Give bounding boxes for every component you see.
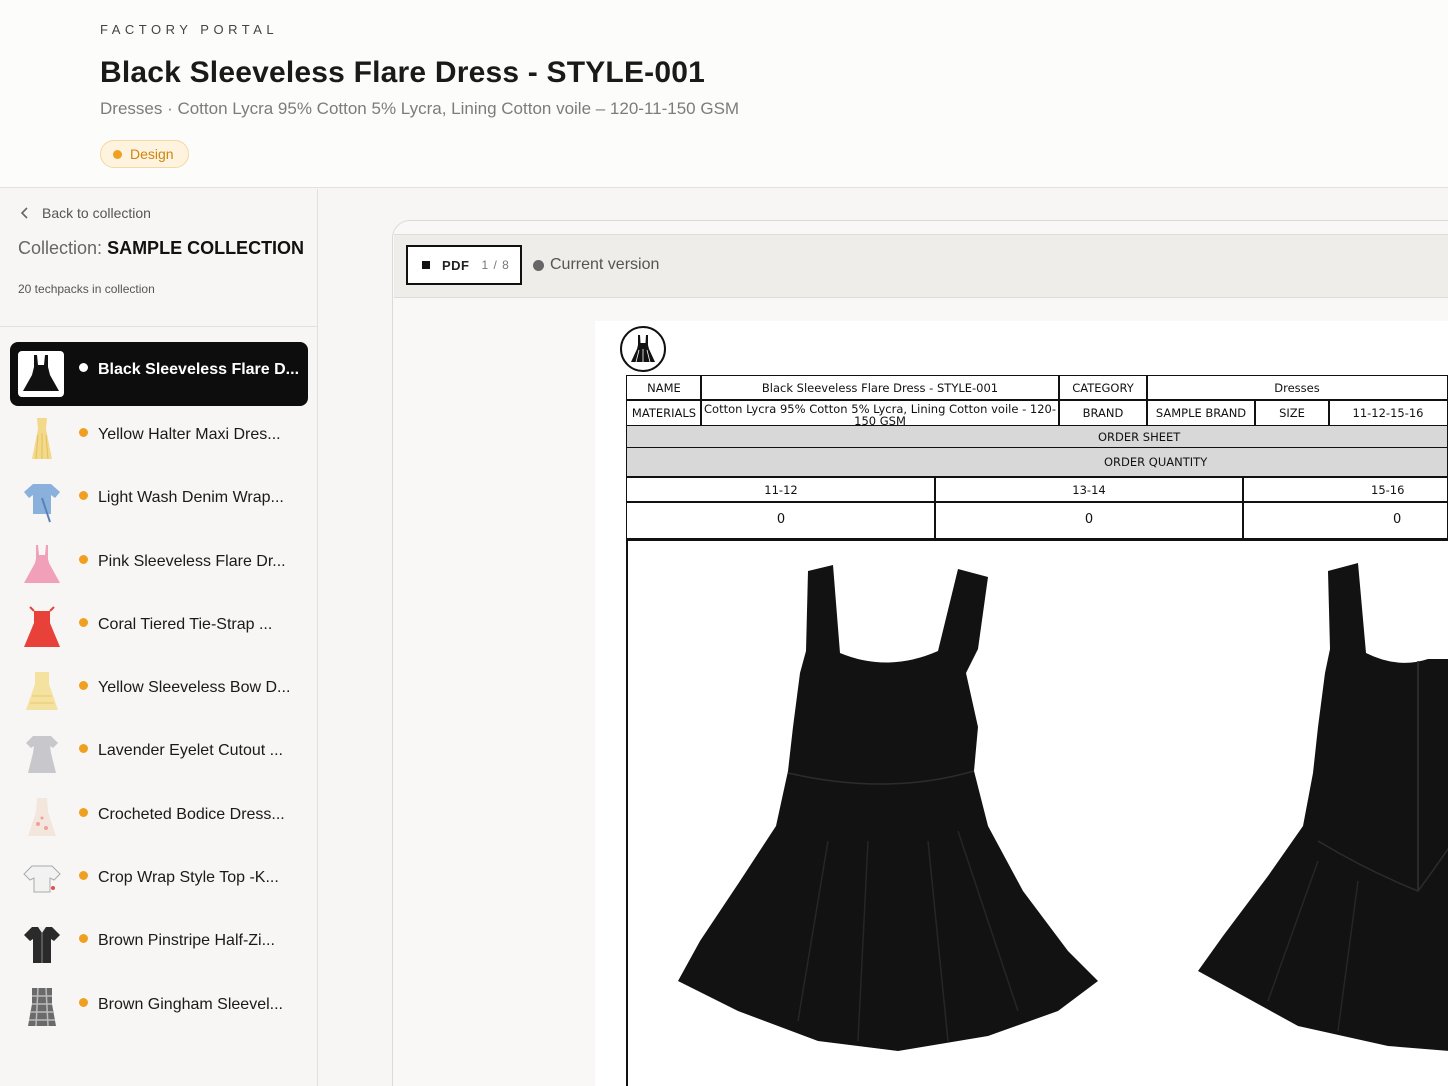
order-quantity-heading: ORDER QUANTITY (626, 447, 1448, 477)
techpack-item-label: Coral Tiered Tie-Strap ... (98, 615, 273, 633)
techpack-item[interactable]: Pink Sleeveless Flare Dr... (10, 533, 308, 596)
techpack-item-label: Brown Gingham Sleevel... (98, 995, 283, 1013)
techpack-item[interactable]: Brown Gingham Sleevel... (10, 976, 308, 1039)
techpack-item-label: Crop Wrap Style Top -K... (98, 869, 279, 887)
materials-label: MATERIALS (626, 399, 702, 427)
status-dot-icon (79, 617, 88, 627)
garment-image-area (626, 539, 1448, 1086)
collection-heading: Collection: SAMPLE COLLECTION (18, 238, 304, 259)
portal-eyebrow: FACTORY PORTAL (100, 22, 279, 37)
status-dot-icon (79, 997, 88, 1007)
quantity-cell: 0 (934, 501, 1244, 539)
crop-top-icon (18, 857, 66, 905)
coral-dress-icon (18, 604, 66, 652)
status-dot-icon (79, 554, 88, 564)
techpack-item-label: Yellow Halter Maxi Dres... (98, 426, 281, 443)
status-dot-icon (79, 681, 88, 691)
denim-wrap-top-icon (18, 477, 66, 525)
crochet-dress-icon (18, 793, 66, 841)
dress-back-view-image (1198, 563, 1448, 1051)
techpack-list: Black Sleeveless Flare D... Yellow Halte… (10, 342, 308, 1039)
size-value: 11-12-15-16 (1328, 399, 1448, 427)
yellow-maxi-dress-icon (18, 414, 66, 462)
techpack-item-label: Brown Pinstripe Half-Zi... (98, 932, 275, 950)
pink-dress-icon (18, 540, 66, 588)
status-dot-icon (79, 934, 88, 944)
techpack-item[interactable]: Light Wash Denim Wrap... (10, 469, 308, 532)
techpack-item-label: Yellow Sleeveless Bow D... (98, 679, 291, 697)
techpack-item-label: Crocheted Bodice Dress... (98, 805, 285, 823)
version-indicator[interactable]: Current version (533, 256, 659, 274)
size-label: SIZE (1254, 399, 1330, 427)
size-column-header: 15-16 (1242, 477, 1448, 503)
brand-value: SAMPLE BRAND (1146, 399, 1256, 427)
status-dot-icon (79, 871, 88, 881)
sidebar: Back to collection Collection: SAMPLE CO… (0, 189, 318, 1086)
page-indicator: 1 / 8 (481, 258, 510, 272)
dress-front-view-image (678, 565, 1098, 1051)
status-badge: Design (100, 140, 189, 168)
techpack-item[interactable]: Yellow Halter Maxi Dres... (10, 406, 308, 469)
status-dot-icon (79, 807, 88, 817)
yellow-dress-icon (18, 667, 66, 715)
techpack-item[interactable]: Coral Tiered Tie-Strap ... (10, 596, 308, 659)
name-value: Black Sleeveless Flare Dress - STYLE-001 (700, 375, 1060, 401)
status-dot-icon (79, 363, 88, 372)
status-dot-icon (79, 428, 88, 437)
size-column-header: 13-14 (934, 477, 1244, 503)
techpack-document-page: NAME Black Sleeveless Flare Dress - STYL… (595, 321, 1448, 1086)
status-dot-icon (79, 491, 88, 501)
techpack-item-label: Black Sleeveless Flare D... (98, 361, 300, 378)
techpack-item[interactable]: Lavender Eyelet Cutout ... (10, 722, 308, 785)
quantity-cell: 0 (626, 501, 936, 539)
quantity-cell: 0 (1242, 501, 1448, 539)
order-sheet-heading: ORDER SHEET (626, 425, 1448, 449)
garment-drawing-image (678, 563, 1448, 1051)
brand-label: BRAND (1058, 399, 1148, 427)
chevron-left-icon (20, 207, 28, 219)
category-value: Dresses (1146, 375, 1448, 401)
name-label: NAME (626, 375, 702, 401)
techpack-item[interactable]: Brown Pinstripe Half-Zi... (10, 912, 308, 975)
pinstripe-top-icon (18, 920, 66, 968)
techpack-count: 20 techpacks in collection (18, 282, 155, 296)
page-header: FACTORY PORTAL Black Sleeveless Flare Dr… (0, 0, 1448, 188)
techpack-item-active[interactable]: Black Sleeveless Flare D... (10, 342, 308, 406)
techpack-item-label: Light Wash Denim Wrap... (98, 489, 284, 507)
status-dot-icon (113, 149, 122, 159)
black-dress-icon (18, 351, 64, 397)
techpack-item[interactable]: Yellow Sleeveless Bow D... (10, 659, 308, 722)
status-badge-label: Design (130, 146, 174, 162)
pdf-tab-button[interactable]: PDF 1 / 8 (406, 245, 522, 285)
collection-name: SAMPLE COLLECTION (107, 238, 305, 258)
page-subtitle: Dresses · Cotton Lycra 95% Cotton 5% Lyc… (100, 99, 740, 118)
gingham-top-icon (18, 983, 66, 1031)
pdf-label: PDF (442, 257, 470, 273)
back-label: Back to collection (42, 205, 151, 221)
techpack-item[interactable]: Crop Wrap Style Top -K... (10, 849, 308, 912)
page-title: Black Sleeveless Flare Dress - STYLE-001 (100, 56, 706, 89)
brand-logo-dress-icon (620, 326, 666, 372)
category-label: CATEGORY (1058, 375, 1148, 401)
version-label: Current version (550, 256, 660, 273)
size-column-header: 11-12 (626, 477, 936, 503)
back-to-collection-link[interactable]: Back to collection (20, 205, 151, 221)
status-dot-icon (79, 744, 88, 754)
techpack-item[interactable]: Crocheted Bodice Dress... (10, 786, 308, 849)
materials-value: Cotton Lycra 95% Cotton 5% Lycra, Lining… (700, 399, 1060, 427)
square-icon (422, 261, 430, 269)
sidebar-divider (0, 326, 318, 327)
version-dot-icon (533, 259, 544, 271)
collection-prefix: Collection: (18, 238, 103, 258)
lavender-dress-icon (18, 730, 66, 778)
techpack-item-label: Pink Sleeveless Flare Dr... (98, 552, 286, 570)
techpack-item-label: Lavender Eyelet Cutout ... (98, 742, 283, 760)
